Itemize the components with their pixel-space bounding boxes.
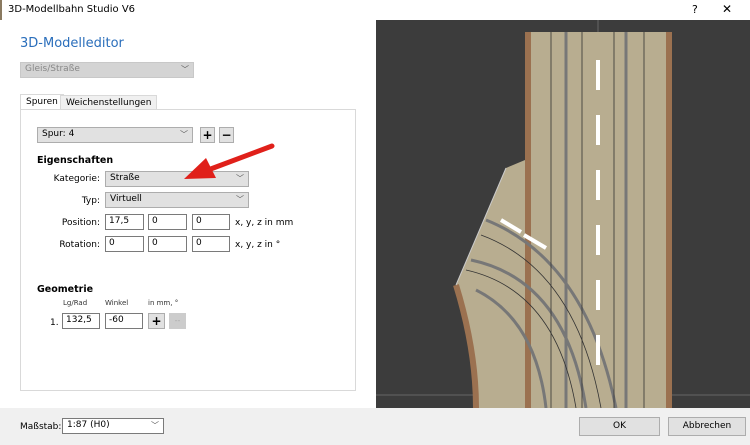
position-z-input[interactable]: 0 [192,214,230,230]
position-y-input[interactable]: 0 [148,214,187,230]
rotation-y-input[interactable]: 0 [148,236,187,252]
track-select[interactable]: Spur: 4 ﹀ [37,127,193,143]
add-segment-button[interactable]: + [148,313,165,329]
tab-weichenstellungen[interactable]: Weichenstellungen [60,95,158,110]
row-index: 1. [50,318,59,328]
kategorie-value: Straße [110,173,140,183]
3d-viewport[interactable] [376,20,750,409]
road-preview [376,20,750,409]
typ-label: Typ: [81,196,100,206]
model-type-select: Gleis/Straße ﹀ [20,62,194,78]
footer-bar: Maßstab: 1:87 (H0) ﹀ OK Abbrechen [0,408,750,445]
scale-select[interactable]: 1:87 (H0) ﹀ [62,418,164,434]
rotation-unit: x, y, z in ° [235,240,281,250]
page-title: 3D-Modelleditor [20,36,124,51]
red-arrow-annotation [184,143,275,179]
length-column-header: Lg/Rad [63,299,88,307]
typ-select[interactable]: Virtuell ﹀ [105,192,249,208]
title-bar: 3D-Modellbahn Studio V6 ? ✕ [0,0,750,20]
position-label: Position: [61,218,100,228]
chevron-down-icon: ﹀ [236,195,244,204]
chevron-down-icon: ﹀ [181,65,189,74]
geometry-heading: Geometrie [37,284,94,295]
position-x-input[interactable]: 17,5 [105,214,144,230]
chevron-down-icon: ﹀ [180,130,188,139]
tab-spuren[interactable]: Spuren [20,94,64,110]
unit-column-header: in mm, ° [148,299,179,307]
kategorie-label: Kategorie: [53,174,100,184]
scale-value: 1:87 (H0) [67,420,110,430]
position-unit: x, y, z in mm [235,218,294,228]
rotation-z-input[interactable]: 0 [192,236,230,252]
scale-label: Maßstab: [20,422,62,432]
length-input[interactable]: 132,5 [62,313,100,329]
chevron-down-icon: ﹀ [151,421,159,430]
rotation-label: Rotation: [59,240,100,250]
rotation-x-input[interactable]: 0 [105,236,144,252]
typ-value: Virtuell [110,194,142,204]
remove-segment-button[interactable]: -- [169,313,186,329]
help-button[interactable]: ? [692,3,698,16]
ok-button[interactable]: OK [579,417,660,436]
track-value: Spur: 4 [42,129,75,139]
cancel-button[interactable]: Abbrechen [668,417,746,436]
properties-heading: Eigenschaften [37,155,114,166]
model-type-value: Gleis/Straße [25,64,80,74]
close-button[interactable]: ✕ [722,2,732,16]
window-title: 3D-Modellbahn Studio V6 [8,4,136,15]
angle-input[interactable]: -60 [105,313,143,329]
angle-column-header: Winkel [105,299,129,307]
